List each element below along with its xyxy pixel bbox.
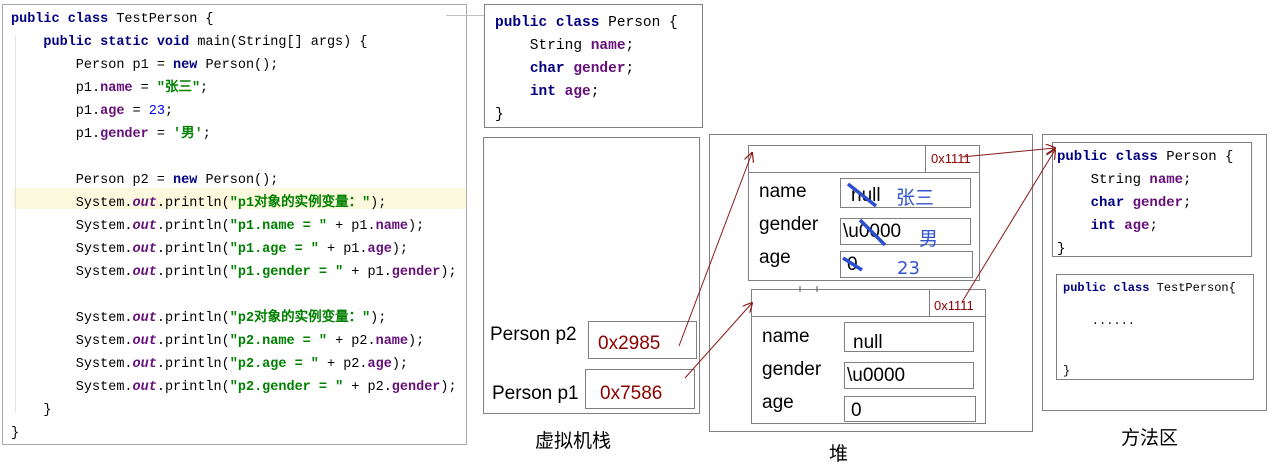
arrow-obj1-to-class <box>961 148 1055 158</box>
arrow-overlay <box>678 0 1277 379</box>
strike-age <box>842 256 863 272</box>
strike-gender <box>858 218 887 247</box>
arrow-p2-to-obj1 <box>678 153 752 347</box>
strike-name <box>846 182 878 208</box>
arrow-obj2-to-class <box>961 150 1055 303</box>
arrow-p1-to-obj2 <box>684 303 752 379</box>
